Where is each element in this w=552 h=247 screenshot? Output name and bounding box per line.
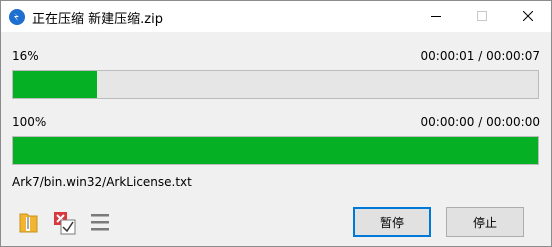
compress-progress-window: 正在压缩 新建压缩.zip 16% 00:00:01 / 00:00:07 10… [0,0,552,247]
maximize-icon [477,11,487,21]
app-icon [9,9,25,25]
current-file-path: Ark7/bin.win32/ArkLicense.txt [12,175,192,189]
maximize-button[interactable] [459,1,505,32]
total-progress-bar [12,136,539,165]
file-percent-label: 16% [12,49,39,63]
folder-zip-icon[interactable] [17,211,41,235]
total-time-label: 00:00:00 / 00:00:00 [420,115,540,129]
file-progress-bar [12,70,539,99]
file-progress-fill [13,71,97,98]
minimize-icon [431,16,441,17]
total-percent-label: 100% [12,115,47,129]
close-when-done-checkbox-icon[interactable] [53,211,77,235]
total-progress-fill [13,137,538,164]
hamburger-menu-icon[interactable] [89,211,113,235]
minimize-button[interactable] [413,1,459,32]
close-button[interactable] [505,1,551,32]
close-icon [523,11,533,21]
file-time-label: 00:00:01 / 00:00:07 [420,49,540,63]
window-title: 正在压缩 新建压缩.zip [32,12,163,27]
title-bar[interactable]: 正在压缩 新建压缩.zip [1,1,551,32]
stop-button[interactable]: 停止 [446,207,524,237]
pause-button[interactable]: 暂停 [353,207,431,237]
